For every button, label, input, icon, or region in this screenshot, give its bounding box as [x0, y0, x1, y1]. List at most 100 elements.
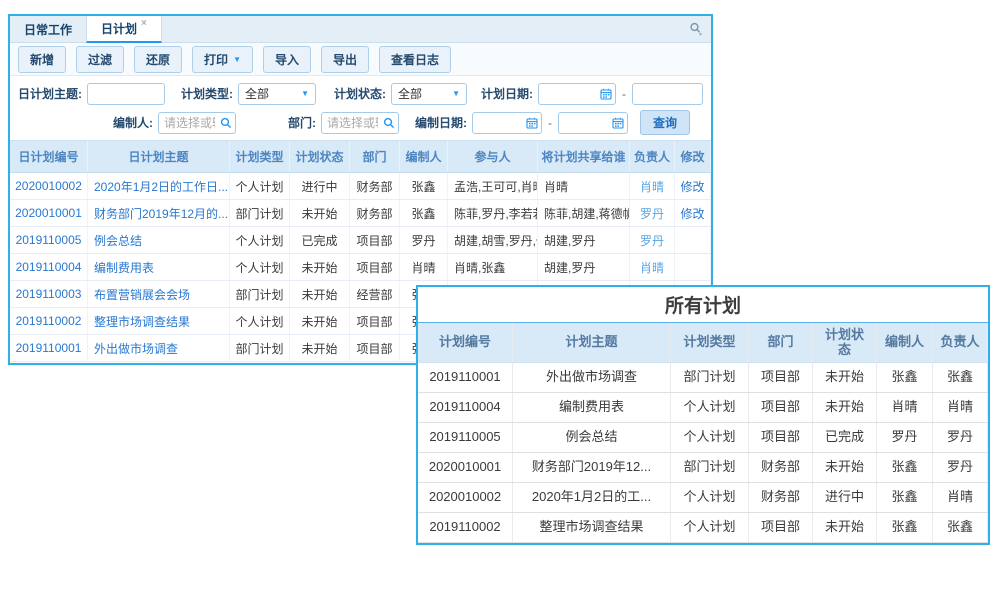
view-log-button[interactable]: 查看日志	[379, 46, 451, 73]
tab-daily-work[interactable]: 日常工作	[10, 16, 86, 42]
cell-owner[interactable]: 罗丹	[630, 227, 675, 253]
column-header-plan-status[interactable]: 计划状态	[290, 141, 350, 172]
cell-owner[interactable]: 肖晴	[630, 254, 675, 280]
cell-edit	[675, 227, 711, 253]
cell-plan-type: 个人计划	[230, 173, 290, 199]
column-header-author[interactable]: 编制人	[400, 141, 448, 172]
subject-input[interactable]	[87, 83, 165, 105]
cell-author: 张鑫	[877, 363, 933, 392]
calendar-icon[interactable]	[600, 88, 612, 100]
search-button[interactable]: 查询	[640, 110, 690, 135]
cell-share-with: 胡建,罗丹	[538, 254, 630, 280]
table-row[interactable]: 20200100022020年1月2日的工作日...个人计划进行中财务部张鑫孟浩…	[10, 173, 711, 200]
column-header-plan-subject[interactable]: 日计划主题	[88, 141, 230, 172]
column-header-participants[interactable]: 参与人	[448, 141, 538, 172]
cell-author: 肖晴	[877, 393, 933, 422]
cell-author: 罗丹	[877, 423, 933, 452]
cell-plan-status: 未开始	[813, 393, 877, 422]
cell-edit[interactable]: 修改	[675, 200, 711, 226]
cell-owner: 罗丹	[933, 453, 988, 482]
cell-plan-subject[interactable]: 整理市场调查结果	[88, 308, 230, 334]
cell-plan-type: 个人计划	[671, 423, 749, 452]
cell-dept: 项目部	[749, 393, 813, 422]
close-tab-icon[interactable]: ×	[141, 18, 147, 29]
table-row[interactable]: 2019110005例会总结个人计划已完成项目部罗丹胡建,胡雪,罗丹,任晓...…	[10, 227, 711, 254]
cell-author: 肖晴	[400, 254, 448, 280]
cell-plan-subject: 编制费用表	[513, 393, 671, 422]
created-date-start[interactable]	[472, 112, 542, 134]
dropdown-caret-icon: ▼	[233, 55, 241, 64]
author-picker[interactable]	[158, 112, 236, 134]
cell-plan-status: 未开始	[813, 453, 877, 482]
import-button[interactable]: 导入	[263, 46, 311, 73]
column-header-dept[interactable]: 部门	[350, 141, 400, 172]
cell-plan-status: 进行中	[290, 173, 350, 199]
cell-plan-id[interactable]: 2019110002	[10, 308, 88, 334]
column-header-plan-type[interactable]: 计划类型	[230, 141, 290, 172]
table-row[interactable]: 2019110004编制费用表个人计划未开始项目部肖晴肖晴,张鑫胡建,罗丹肖晴	[10, 254, 711, 281]
cell-plan-type: 个人计划	[671, 393, 749, 422]
cell-plan-id[interactable]: 2019110001	[10, 335, 88, 361]
cell-plan-subject[interactable]: 编制费用表	[88, 254, 230, 280]
dept-picker[interactable]	[321, 112, 399, 134]
created-date-end[interactable]	[558, 112, 628, 134]
tab-daily-plan[interactable]: 日计划 ×	[86, 16, 162, 43]
column-header-plan-id[interactable]: 日计划编号	[10, 141, 88, 172]
cell-plan-subject[interactable]: 外出做市场调查	[88, 335, 230, 361]
search-tabs-icon[interactable]	[689, 22, 703, 36]
table-row: 2019110005例会总结个人计划项目部已完成罗丹罗丹	[418, 423, 988, 453]
plan-date-start[interactable]	[538, 83, 616, 105]
calendar-icon[interactable]	[612, 117, 624, 129]
plan-type-select[interactable]: 全部 ▼	[238, 83, 316, 105]
cell-dept: 财务部	[749, 453, 813, 482]
restore-button[interactable]: 还原	[134, 46, 182, 73]
table-row[interactable]: 2020010001财务部门2019年12月的...部门计划未开始财务部张鑫陈菲…	[10, 200, 711, 227]
print-button[interactable]: 打印▼	[192, 46, 253, 73]
tab-bar: 日常工作 日计划 ×	[10, 16, 711, 43]
cell-owner: 张鑫	[933, 363, 988, 392]
column-header-share-with[interactable]: 将计划共享给谁	[538, 141, 630, 172]
column-header-owner[interactable]: 负责人	[630, 141, 675, 172]
add-button[interactable]: 新增	[18, 46, 66, 73]
filter-button[interactable]: 过滤	[76, 46, 124, 73]
search-icon[interactable]	[383, 117, 395, 129]
cell-plan-subject[interactable]: 财务部门2019年12月的...	[88, 200, 230, 226]
cell-plan-id[interactable]: 2019110003	[10, 281, 88, 307]
plan-type-label: 计划类型:	[181, 85, 233, 102]
cell-participants: 孟浩,王可可,肖晴,张鑫	[448, 173, 538, 199]
column-header-plan-subject: 计划主题	[513, 323, 671, 362]
plan-date-end-input[interactable]	[632, 83, 703, 105]
calendar-icon[interactable]	[526, 117, 538, 129]
cell-dept: 项目部	[749, 423, 813, 452]
column-header-plan-type: 计划类型	[671, 323, 749, 362]
cell-edit[interactable]: 修改	[675, 173, 711, 199]
dropdown-caret-icon: ▼	[452, 89, 460, 98]
plan-status-select[interactable]: 全部 ▼	[391, 83, 467, 105]
cell-plan-id[interactable]: 2019110004	[10, 254, 88, 280]
cell-plan-subject[interactable]: 例会总结	[88, 227, 230, 253]
cell-plan-id[interactable]: 2020010002	[10, 173, 88, 199]
cell-plan-status: 已完成	[290, 227, 350, 253]
cell-dept: 项目部	[350, 227, 400, 253]
cell-plan-subject[interactable]: 2020年1月2日的工作日...	[88, 173, 230, 199]
filter-panel: 日计划主题: 计划类型: 全部 ▼ 计划状态: 全部 ▼ 计划日期: -	[10, 76, 711, 141]
column-header-plan-status: 计划状态	[813, 323, 877, 362]
cell-author: 张鑫	[877, 483, 933, 512]
export-button[interactable]: 导出	[321, 46, 369, 73]
created-date-label: 编制日期:	[415, 114, 467, 131]
cell-owner: 肖晴	[933, 483, 988, 512]
panel-title: 所有计划	[418, 287, 988, 323]
cell-owner[interactable]: 肖晴	[630, 173, 675, 199]
daily-plan-grid-header-row: 日计划编号日计划主题计划类型计划状态部门编制人参与人将计划共享给谁负责人修改	[10, 141, 711, 173]
cell-plan-id[interactable]: 2019110005	[10, 227, 88, 253]
cell-plan-id[interactable]: 2020010001	[10, 200, 88, 226]
search-icon[interactable]	[220, 117, 232, 129]
cell-plan-type: 个人计划	[230, 308, 290, 334]
cell-plan-subject: 例会总结	[513, 423, 671, 452]
tab-label: 日计划	[101, 20, 137, 37]
cell-owner[interactable]: 罗丹	[630, 200, 675, 226]
column-header-edit[interactable]: 修改	[675, 141, 711, 172]
cell-plan-subject[interactable]: 布置营销展会会场	[88, 281, 230, 307]
all-plans-table: 计划编号计划主题计划类型部门计划状态编制人负责人2019110001外出做市场调…	[418, 323, 988, 543]
cell-participants: 胡建,胡雪,罗丹,任晓...	[448, 227, 538, 253]
